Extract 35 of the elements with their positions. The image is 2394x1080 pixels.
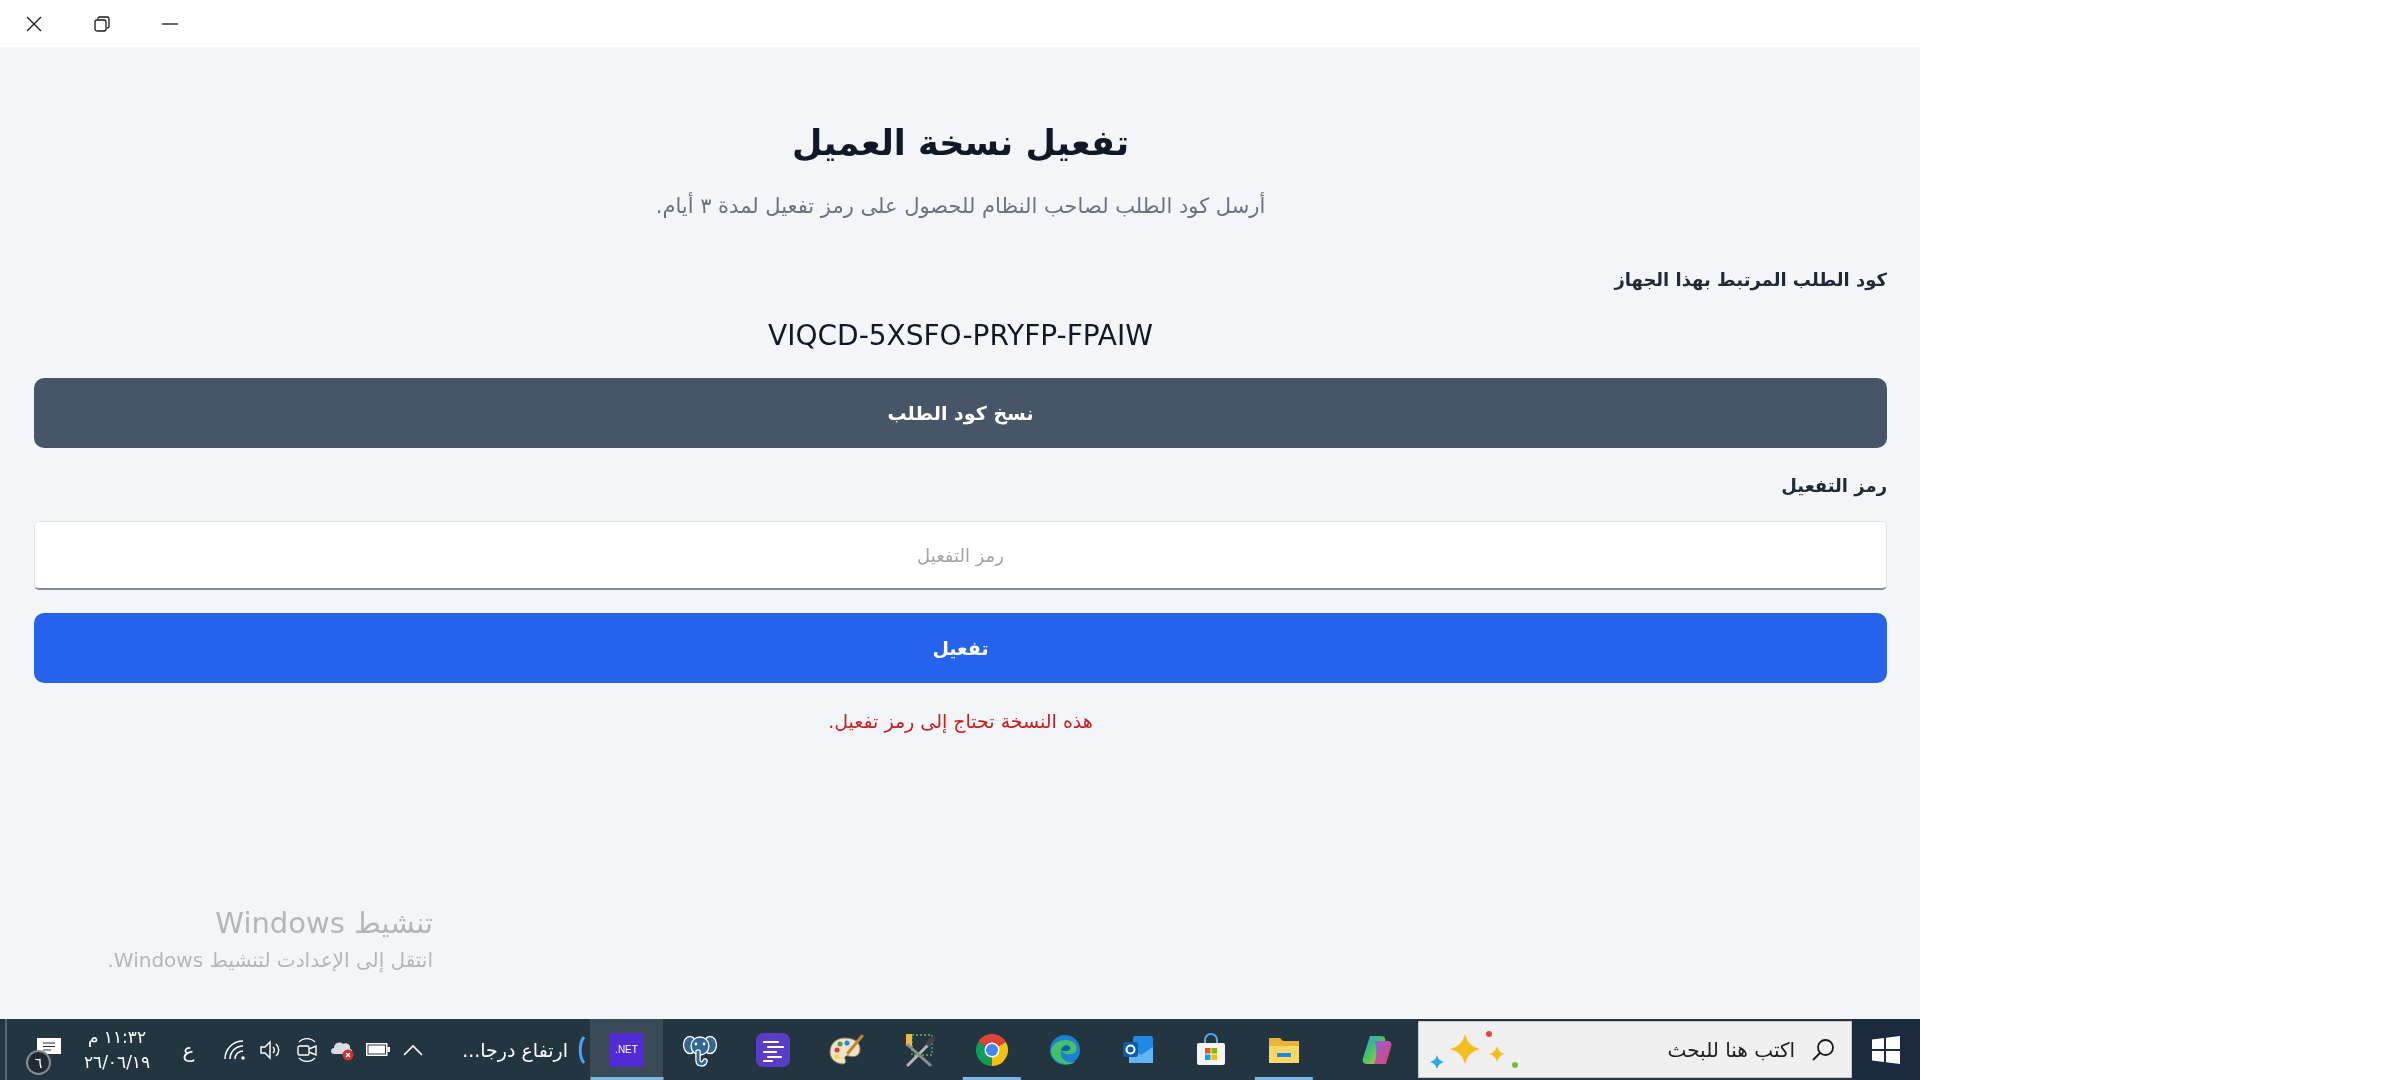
circle-logo-icon: [974, 1032, 1009, 1067]
page-title: تفعيل نسخة العميل: [791, 122, 1130, 165]
search-input[interactable]: اكتب هنا للبحث: [1543, 1029, 1795, 1070]
activation-notice-text: انتقل إلى الإعدادت لتنشيط Windows.: [107, 947, 433, 974]
battery-icon[interactable]: [365, 1043, 390, 1056]
search-box[interactable]: اكتب هنا للبحث: [1418, 1021, 1852, 1078]
swirl-icon: [1047, 1032, 1082, 1067]
activation-notice-title: تنشيط Windows: [214, 905, 433, 942]
activate-button[interactable]: تفعيل: [34, 613, 1887, 683]
language-indicator[interactable]: ع: [182, 1037, 195, 1062]
four-panes-icon: [1872, 1035, 1900, 1064]
wifi-icon[interactable]: [222, 1038, 247, 1061]
search-icon: [1811, 1037, 1835, 1062]
text-lines-icon: [755, 1032, 790, 1067]
field-label: كود الطلب المرتبط بهذا الجهاز: [1614, 268, 1887, 293]
minimize-icon: [162, 22, 178, 25]
weather-text[interactable]: ارتفاع درجا...: [462, 1038, 568, 1061]
start-button[interactable]: [1852, 1019, 1920, 1080]
error-message: هذه النسخة تحتاج إلى رمز تفعيل.: [828, 709, 1093, 734]
chevron-up-icon[interactable]: [403, 1043, 423, 1056]
clock-time[interactable]: ١١:٣٢ م: [87, 1024, 147, 1050]
notification-badge: ٦: [26, 1050, 51, 1075]
arc-icon[interactable]: [578, 1034, 586, 1065]
app-logo-tile: .NET: [609, 1032, 644, 1067]
camera-icon[interactable]: [294, 1037, 319, 1062]
close-icon: [26, 15, 42, 32]
copy-code-button[interactable]: نسخ كود الطلب: [34, 378, 1887, 448]
clock-date[interactable]: ٢٦/٠٦/١٩: [83, 1049, 151, 1075]
subtitle-text: أرسل كود الطلب لصاحب النظام للحصول على رمز تفعيل لمدة ٣ أيام.: [655, 192, 1266, 220]
restore-icon: [94, 15, 110, 32]
request-code-text: VIQCD-5XSFO-PRYFP-FPAIW: [768, 318, 1153, 354]
field-label: رمز التفعيل: [1781, 474, 1887, 499]
palette-icon: [827, 1032, 864, 1067]
taskbar-button[interactable]: .NET: [590, 1019, 663, 1080]
activation-code-field[interactable]: رمز التفعيل: [34, 521, 1887, 590]
